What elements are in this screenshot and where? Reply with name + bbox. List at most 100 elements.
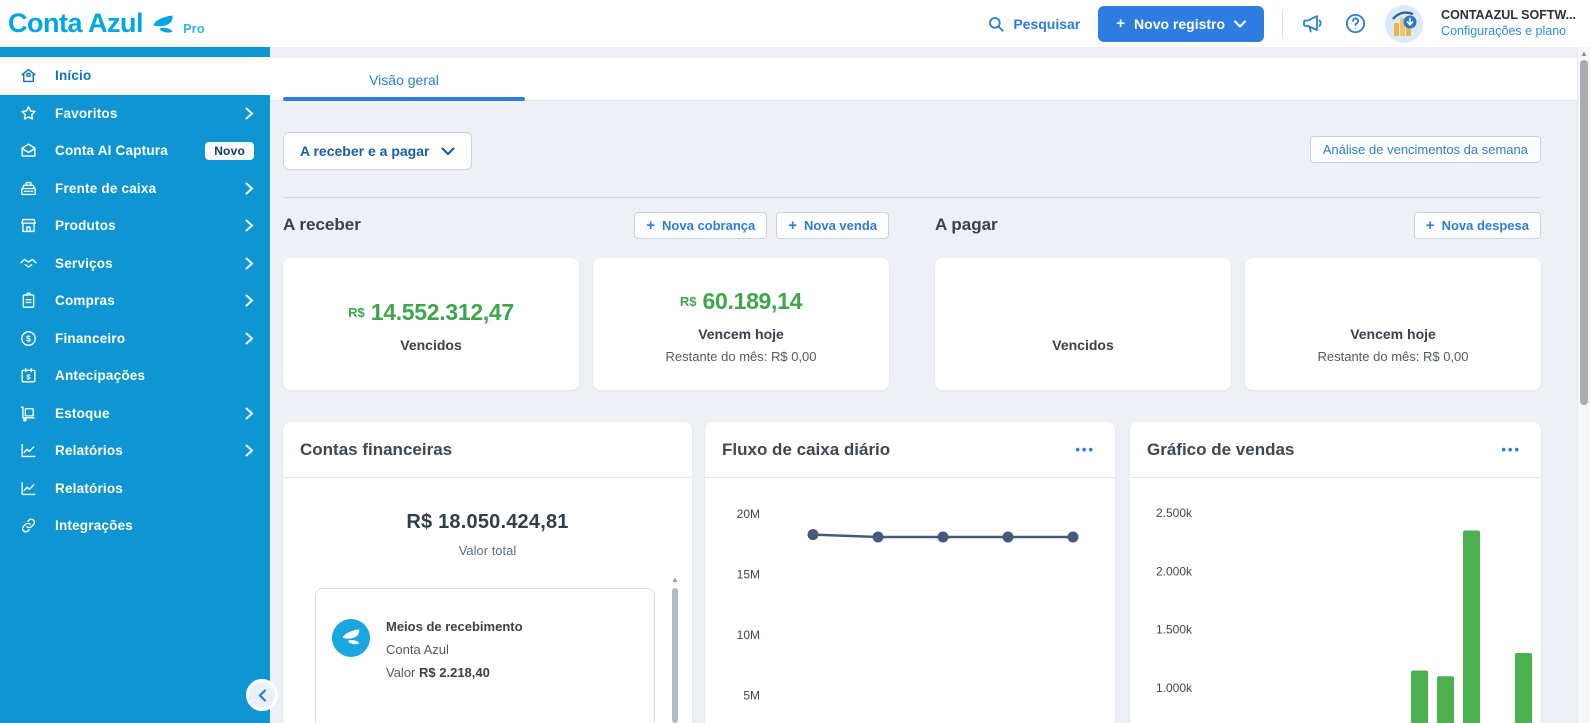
currency-prefix: R$ xyxy=(348,305,365,320)
settings-plan-link[interactable]: Configurações e plano xyxy=(1441,24,1576,40)
scroll-up-icon[interactable]: ▲ xyxy=(670,575,680,584)
plan-label: Pro xyxy=(183,21,205,37)
sidebar-item-integracoes[interactable]: Integrações xyxy=(0,507,270,545)
sidebar-item-inicio[interactable]: Início xyxy=(0,57,270,95)
leaf-logo-icon xyxy=(150,15,176,37)
card-label: Vencidos xyxy=(400,337,461,353)
currency-prefix: R$ xyxy=(680,294,697,309)
card-label: Vencem hoje xyxy=(1350,326,1436,342)
payables-due-today-card[interactable]: Vencem hoje Restante do mês: R$ 0,00 xyxy=(1245,258,1541,390)
new-charge-button[interactable]: + Nova cobrança xyxy=(634,212,767,239)
novo-badge: Novo xyxy=(205,142,254,160)
svg-text:2.500k: 2.500k xyxy=(1156,506,1193,520)
sidebar-item-financeiro[interactable]: $ Financeiro xyxy=(0,320,270,358)
inbox-capture-icon xyxy=(19,141,38,160)
new-record-label: Novo registro xyxy=(1134,16,1225,32)
dollar-circle-icon: $ xyxy=(19,329,38,348)
plus-icon: + xyxy=(1116,15,1125,32)
chevron-right-icon xyxy=(245,332,254,345)
svg-text:1.500k: 1.500k xyxy=(1156,623,1193,637)
sidebar-item-compras[interactable]: Compras xyxy=(0,282,270,320)
chevron-right-icon xyxy=(245,444,254,457)
sidebar-item-estoque[interactable]: Estoque xyxy=(0,395,270,433)
tab-active-underline xyxy=(283,97,525,101)
contaazul-logo[interactable]: Conta Azul Pro xyxy=(8,10,205,37)
accounts-scrollbar[interactable]: ▲ xyxy=(670,575,680,723)
panel-title: Gráfico de vendas xyxy=(1147,440,1501,460)
sidebar-item-antecipacoes[interactable]: $ Antecipações xyxy=(0,357,270,395)
more-options-icon[interactable]: ••• xyxy=(1501,442,1521,457)
sidebar-item-frente-de-caixa[interactable]: Frente de caixa xyxy=(0,170,270,208)
cashflow-line-chart: 20M 15M 10M 5M xyxy=(705,478,1115,723)
svg-text:$: $ xyxy=(26,373,31,382)
svg-text:20M: 20M xyxy=(737,507,760,521)
plus-icon: + xyxy=(1426,217,1435,234)
svg-text:10M: 10M xyxy=(737,628,760,642)
logo-wordmark: Conta Azul xyxy=(8,10,143,37)
account-list-item[interactable]: Meios de recebimento Conta Azul Valor R$… xyxy=(315,588,655,723)
help-icon[interactable] xyxy=(1343,12,1367,36)
chevron-left-icon xyxy=(258,689,267,702)
due-today-amount: 60.189,14 xyxy=(703,288,803,315)
receivables-payables-dropdown[interactable]: A receber e a pagar xyxy=(283,132,472,170)
receivables-title: A receber xyxy=(283,215,634,235)
receivables-overdue-card[interactable]: R$ 14.552.312,47 Vencidos xyxy=(283,258,579,390)
search-label: Pesquisar xyxy=(1013,16,1080,32)
sidebar-collapse-button[interactable] xyxy=(246,679,278,711)
sales-bar-chart: 2.500k2.000k1.500k1.000k xyxy=(1130,478,1541,723)
user-menu[interactable]: CONTAAZUL SOFTW... Configurações e plano xyxy=(1441,8,1576,39)
user-avatar[interactable] xyxy=(1385,5,1423,43)
sidebar-item-produtos[interactable]: Produtos xyxy=(0,207,270,245)
scrollbar-thumb[interactable] xyxy=(1580,60,1588,405)
sales-chart-card: Gráfico de vendas ••• 2.500k 2.000k 1.500k… xyxy=(1130,422,1541,723)
chevron-right-icon xyxy=(245,407,254,420)
new-expense-button[interactable]: + Nova despesa xyxy=(1414,212,1541,239)
svg-text:2.000k: 2.000k xyxy=(1156,564,1193,578)
sidebar-item-relatorios[interactable]: Relatórios xyxy=(0,432,270,470)
plus-icon: + xyxy=(646,217,655,234)
stock-cart-icon xyxy=(19,404,38,423)
chevron-down-icon xyxy=(441,147,455,156)
accounts-total-value: R$ 18.050.424,81 xyxy=(283,511,692,534)
daily-cashflow-card: Fluxo de caixa diário ••• 20M15M10M5M xyxy=(705,422,1115,723)
scrollbar-thumb[interactable] xyxy=(672,588,678,723)
sidebar-item-conta-ai-captura[interactable]: Conta AI Captura Novo xyxy=(0,132,270,170)
clipboard-icon xyxy=(19,291,38,310)
line-chart-icon xyxy=(19,479,38,498)
announcements-megaphone-icon[interactable] xyxy=(1301,12,1325,36)
home-icon xyxy=(19,66,38,85)
more-options-icon[interactable]: ••• xyxy=(1075,442,1095,457)
account-value: Valor R$ 2.218,40 xyxy=(386,665,523,680)
new-sale-button[interactable]: + Nova venda xyxy=(776,212,889,239)
account-provider: Conta Azul xyxy=(386,642,523,657)
month-remaining-text: Restante do mês: R$ 0,00 xyxy=(1317,349,1468,364)
payables-overdue-card[interactable]: Vencidos xyxy=(935,258,1231,390)
main-content: Visão geral A receber e a pagar Análise … xyxy=(270,47,1577,723)
svg-text:5M: 5M xyxy=(743,689,760,703)
search-icon xyxy=(987,15,1005,33)
page-scrollbar[interactable]: ▲ xyxy=(1577,47,1590,723)
chevron-right-icon xyxy=(245,257,254,270)
overdue-amount: 14.552.312,47 xyxy=(371,299,514,326)
week-due-analysis-button[interactable]: Análise de vencimentos da semana xyxy=(1310,136,1541,163)
chevron-down-icon xyxy=(1234,20,1246,28)
receivables-due-today-card[interactable]: R$ 60.189,14 Vencem hoje Restante do mês… xyxy=(593,258,889,390)
app-header: Conta Azul Pro Pesquisar + Novo registro xyxy=(0,0,1590,47)
tab-visao-geral[interactable]: Visão geral xyxy=(283,58,525,101)
svg-text:$: $ xyxy=(26,333,31,343)
chevron-right-icon xyxy=(245,107,254,120)
payables-section: A pagar + Nova despesa Vencidos Vencem h… xyxy=(935,210,1541,390)
receivables-section: A receber + Nova cobrança + Nova venda R… xyxy=(283,210,889,390)
sidebar-item-relatorios-2[interactable]: Relatórios xyxy=(0,470,270,508)
sidebar-item-servicos[interactable]: Serviços xyxy=(0,245,270,283)
search-button[interactable]: Pesquisar xyxy=(987,15,1080,33)
new-record-button[interactable]: + Novo registro xyxy=(1098,6,1264,42)
svg-text:15M: 15M xyxy=(737,568,760,582)
accounts-total-label: Valor total xyxy=(283,543,692,558)
sidebar-item-favoritos[interactable]: Favoritos xyxy=(0,95,270,133)
chevron-right-icon xyxy=(245,294,254,307)
store-icon xyxy=(19,216,38,235)
scroll-up-icon[interactable]: ▲ xyxy=(1578,49,1590,58)
card-label: Vencem hoje xyxy=(698,326,784,342)
star-icon xyxy=(19,104,38,123)
